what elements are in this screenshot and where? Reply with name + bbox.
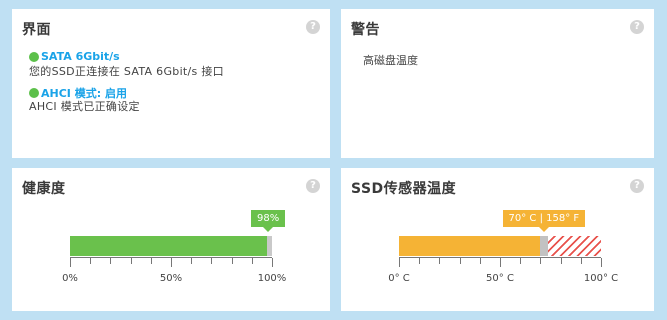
axis-tick: [171, 258, 172, 267]
axis-tick: [480, 258, 481, 264]
warning-message: 高磁盘温度: [363, 54, 418, 67]
warning-panel: 警告 ? 高磁盘温度: [341, 9, 654, 158]
axis-tick: [399, 258, 400, 267]
warning-title: 警告: [351, 22, 380, 38]
interface-title: 界面: [22, 22, 51, 38]
axis-tick: [131, 258, 132, 264]
axis-tick: [601, 258, 602, 267]
help-icon[interactable]: ?: [630, 20, 644, 34]
axis-tick: [439, 258, 440, 264]
health-axis-label-min: 0%: [62, 273, 78, 284]
axis-tick: [561, 258, 562, 264]
axis-tick: [419, 258, 420, 264]
axis-tick: [191, 258, 192, 264]
sata-description: 您的SSD正连接在 SATA 6Gbit/s 接口: [29, 65, 224, 78]
temperature-axis-label-min: 0° C: [388, 273, 410, 284]
health-value-label: 98%: [257, 213, 280, 224]
help-icon[interactable]: ?: [630, 179, 644, 193]
health-axis-label-mid: 50%: [159, 273, 183, 284]
axis-tick: [232, 258, 233, 264]
health-bar-remaining: [267, 236, 272, 256]
health-value-bubble: 98%: [251, 210, 286, 232]
interface-panel: 界面 ? SATA 6Gbit/s 您的SSD正连接在 SATA 6Gbit/s…: [12, 9, 330, 158]
axis-tick: [90, 258, 91, 264]
axis-tick: [520, 258, 521, 264]
axis-tick: [110, 258, 111, 264]
axis-tick: [211, 258, 212, 264]
axis-tick: [272, 258, 273, 267]
status-ok-icon: [29, 51, 39, 62]
status-ok-icon: [29, 88, 39, 98]
health-axis-label-max: 100%: [257, 273, 287, 284]
axis-tick: [252, 258, 253, 264]
health-panel: 健康度 ? 98% 0% 50% 100%: [12, 168, 330, 311]
sata-status-label: SATA 6Gbit/s: [41, 50, 120, 63]
temperature-bar: [399, 236, 601, 256]
axis-tick: [460, 258, 461, 264]
help-icon[interactable]: ?: [306, 20, 320, 34]
temperature-panel: SSD传感器温度 ? 70° C | 158° F 0° C 50° C 100…: [341, 168, 654, 311]
help-icon[interactable]: ?: [306, 179, 320, 193]
axis-tick: [70, 258, 71, 267]
axis-tick: [581, 258, 582, 264]
sata-status: SATA 6Gbit/s: [29, 50, 120, 63]
temperature-bar-marker: [540, 236, 548, 256]
ahci-description: AHCI 模式已正确设定: [29, 100, 140, 113]
health-axis: [70, 257, 273, 267]
temperature-bar-fill: [399, 236, 540, 256]
health-title: 健康度: [22, 181, 66, 197]
temperature-axis-label-mid: 50° C: [486, 273, 514, 284]
health-bar: [70, 236, 272, 256]
axis-tick: [500, 258, 501, 267]
health-bar-fill: [70, 236, 268, 256]
axis-tick: [151, 258, 152, 264]
temperature-title: SSD传感器温度: [351, 181, 457, 197]
temperature-axis: [399, 257, 602, 267]
temperature-axis-label-max: 100° C: [583, 273, 619, 284]
temperature-value-bubble: 70° C | 158° F: [502, 210, 586, 232]
temperature-value-label: 70° C | 158° F: [508, 213, 580, 224]
axis-tick: [540, 258, 541, 264]
temperature-danger-zone: [548, 236, 601, 256]
